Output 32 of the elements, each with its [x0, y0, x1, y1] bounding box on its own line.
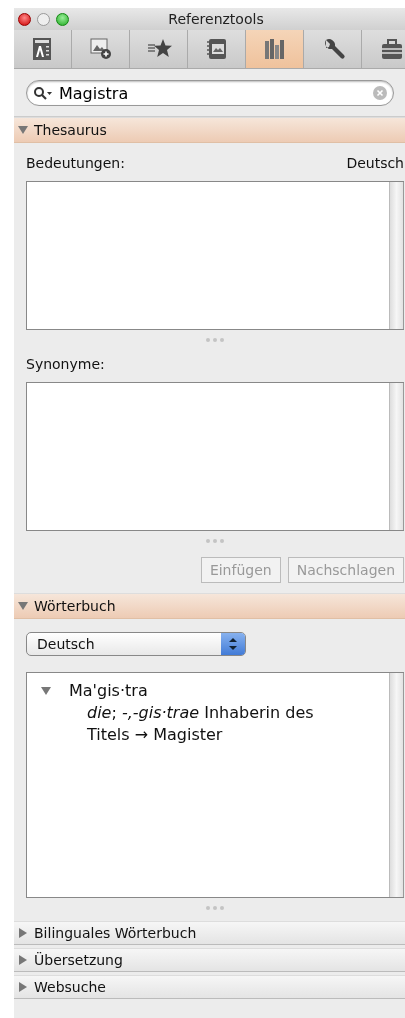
expanded-triangle-icon[interactable] [18, 125, 28, 135]
meanings-list[interactable] [26, 181, 404, 330]
meanings-label: Bedeutungen: [26, 155, 125, 173]
image-add-icon [87, 36, 114, 62]
expanded-triangle-icon[interactable] [41, 685, 51, 696]
definition-text: die; -,-gis·trae Inhaberin des Titels → Magister [86, 702, 315, 746]
toolbar-button[interactable] [246, 30, 304, 68]
section-header[interactable]: Wörterbuch [14, 593, 405, 619]
scrollbar[interactable] [389, 182, 404, 329]
synonyms-list[interactable] [26, 382, 404, 531]
synonyms-label: Synonyme: [26, 356, 105, 374]
collapsed-triangle-icon[interactable] [18, 982, 28, 992]
section-header[interactable]: Thesaurus [14, 117, 405, 143]
window-title: Referenztools [168, 11, 264, 27]
zoom-button[interactable] [56, 12, 69, 26]
section-header[interactable]: Übersetzung [14, 948, 405, 972]
close-button[interactable] [18, 12, 31, 26]
section-header[interactable]: Websuche [14, 975, 405, 999]
dictionary-select[interactable]: Deutsch [26, 632, 246, 656]
stepper-arrows-icon [229, 638, 237, 650]
search-field[interactable]: Magistra [26, 80, 394, 106]
headword: Ma'gis·tra [69, 681, 148, 700]
scrollbar[interactable] [389, 383, 404, 530]
scrollbar[interactable] [389, 673, 404, 897]
search-icon [33, 86, 53, 100]
language-label: Deutsch [346, 155, 404, 173]
expanded-triangle-icon[interactable] [18, 601, 28, 611]
collapsed-triangle-icon[interactable] [18, 955, 28, 965]
clear-icon[interactable] [373, 86, 387, 100]
collapsed-triangle-icon[interactable] [18, 928, 28, 938]
minimize-button[interactable] [37, 12, 50, 26]
section-header[interactable]: Bilinguales Wörterbuch [14, 921, 405, 945]
